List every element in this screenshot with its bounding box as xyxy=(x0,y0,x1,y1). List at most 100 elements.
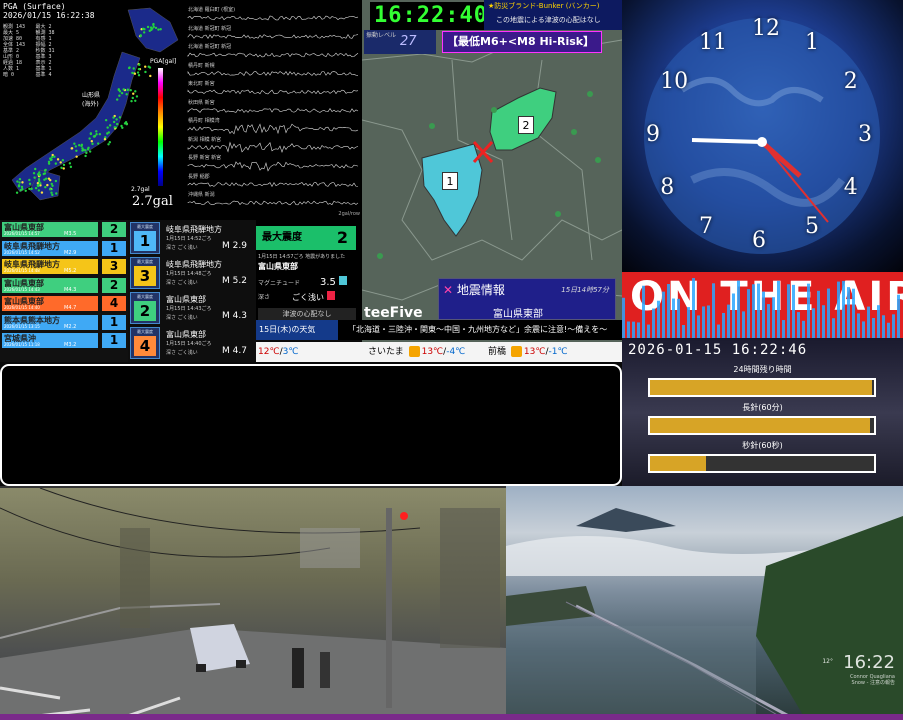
clock-number: 6 xyxy=(752,228,766,253)
quake-area: 富山県東部 xyxy=(166,295,206,304)
seismograph-label: 北海道 新冠町 新冠 xyxy=(188,25,232,32)
equalizer-bar xyxy=(767,304,770,338)
intensity-row-mag: M5.2 xyxy=(64,268,77,274)
pga-station-dot xyxy=(69,165,73,169)
quake-row: 最大震度 1 岐阜県飛騨地方 1月15日 14:52ごろ 深さ ごく浅い M 2.9 xyxy=(130,222,254,256)
lake-camera-feed: 12° 16:22 Connor Quagliana Snow - 注意の報告 xyxy=(506,486,903,720)
seismograph-trace xyxy=(187,182,359,188)
pga-station-dot xyxy=(107,143,110,146)
quake-magnitude: M 4.3 xyxy=(222,311,247,321)
equalizer-bar xyxy=(897,294,900,338)
pga-station-dot xyxy=(84,154,87,158)
pga-station-dot xyxy=(17,184,21,188)
intensity-history-list: 富山県東部 2026/01/15 14:57 M3.5 2 岐阜県飛騨地方 2026/01… xyxy=(0,220,128,438)
pga-station-dot xyxy=(15,191,19,194)
intensity-row-shindo: 2 xyxy=(102,222,126,237)
pga-station-dot xyxy=(85,151,88,155)
intensity-row-mag: M3.2 xyxy=(64,342,77,348)
pga-station-dot xyxy=(125,93,128,96)
magnitude-value: 3.5 xyxy=(320,276,348,288)
pga-station-dot xyxy=(55,192,58,195)
pga-station-dot xyxy=(21,181,24,184)
pga-station-dot xyxy=(28,182,32,186)
seismograph-trace xyxy=(187,52,359,58)
intensity-row: 熊本県熊本地方 2026/01/15 13:15 M2.2 1 xyxy=(2,314,128,330)
pga-station-dot xyxy=(74,145,77,148)
quake-intensity-badge: 最大震度 1 xyxy=(130,222,160,254)
pga-station-dot xyxy=(116,122,119,126)
seismograph-label: 積丹町 相模湾 xyxy=(188,118,220,124)
pga-scale-label: PGA[gal] xyxy=(150,58,177,65)
clock-number: 7 xyxy=(699,213,713,239)
pga-station-dot xyxy=(73,142,76,145)
pga-station-dot xyxy=(132,92,135,95)
pga-station-dot xyxy=(115,118,118,121)
pga-station-dot xyxy=(144,65,147,68)
intensity-row: 富山県東部 2026/01/15 14:57 M3.5 2 xyxy=(2,222,128,237)
seismograph-label: 長野 新宮 新宮 xyxy=(188,155,222,161)
pga-station-dot xyxy=(28,187,31,191)
pga-station-dot xyxy=(149,74,152,78)
quake-magnitude: M 2.9 xyxy=(222,241,247,251)
time-progress-fill xyxy=(650,456,706,471)
equalizer-bar xyxy=(837,281,840,338)
quake-depth: 深さ ごく浅い xyxy=(166,245,198,251)
quake-time: 1月15日 14:43ごろ xyxy=(166,306,212,312)
pga-station-dot xyxy=(34,186,38,190)
seismograph-trace xyxy=(187,70,359,76)
equalizer-bar xyxy=(752,284,755,338)
pga-station-dot xyxy=(131,71,134,75)
time-progress-fill xyxy=(650,418,870,433)
clock-number: 9 xyxy=(646,122,660,147)
pga-station-dot xyxy=(93,134,97,138)
equalizer-bar xyxy=(682,325,685,338)
equalizer-bar xyxy=(707,305,710,338)
intensity-row-date: 2026/01/15 13:15 xyxy=(4,323,40,329)
teefive-logo-map: teeFive xyxy=(364,305,423,321)
pga-station-dot xyxy=(89,132,93,136)
pga-station-dot xyxy=(117,88,121,92)
equalizer-bar xyxy=(817,290,820,338)
quake-time: 1月15日 14:52ごろ xyxy=(166,236,212,242)
time-bar-label: 長針(60分) xyxy=(742,403,783,412)
equalizer-bar xyxy=(717,324,720,338)
weather-city-name: さいたま xyxy=(368,347,407,357)
pga-station-dot xyxy=(151,27,154,30)
magnitude-label: マグニチュード xyxy=(258,280,301,287)
max-intensity-box: 2 最大震度 1月15日 14:57ごろ 地震がありました 富山県東部 マグニチュ… xyxy=(256,220,362,320)
equalizer-bar xyxy=(637,322,640,338)
pga-station-dot xyxy=(62,163,66,167)
intensity-row: 宮城県沖 2026/01/15 11:18 M3.2 1 xyxy=(2,333,128,348)
intensity-row-shindo: 1 xyxy=(102,314,126,330)
intensity-row-mag: M2.9 xyxy=(64,249,77,256)
seismograph-trace xyxy=(187,89,359,95)
digital-clock: 16:22:40 xyxy=(370,2,492,30)
weather-low: -4℃ xyxy=(446,347,466,357)
weather-city: 前橋 13℃/-1℃ xyxy=(488,342,568,362)
quake-magnitude: M 4.7 xyxy=(222,346,247,356)
intensity-row-date: 2026/01/15 14:48 xyxy=(4,268,40,273)
weather-high: 13℃ xyxy=(421,347,444,357)
equalizer-bar xyxy=(747,289,750,338)
pga-station-dot xyxy=(33,176,36,179)
time-progress-bar xyxy=(648,416,876,435)
pga-station-dot xyxy=(129,89,132,92)
bottom-edge-bar xyxy=(0,714,903,720)
pga-station-dot xyxy=(32,172,36,175)
intensity-row: 岐阜県飛騨地方 2026/01/15 14:48 M5.2 3 xyxy=(2,259,128,274)
max-intensity-area: 富山県東部 xyxy=(258,262,298,271)
pga-station-dot xyxy=(43,178,46,181)
pga-station-dot xyxy=(127,66,131,70)
pga-station-dot xyxy=(18,177,22,181)
seismograph-trace xyxy=(187,34,359,39)
pga-station-dot xyxy=(51,153,54,157)
equalizer-bar xyxy=(792,284,795,338)
sun-icon xyxy=(510,346,522,357)
pga-station-dot xyxy=(107,131,111,134)
pga-station-dot xyxy=(46,183,49,187)
equalizer-bar xyxy=(862,321,865,338)
equalizer-bar xyxy=(652,308,655,338)
pga-station-dot xyxy=(75,155,78,158)
quake-magnitude: M 5.2 xyxy=(222,276,247,286)
intensity-row-mag: M2.2 xyxy=(64,323,77,330)
